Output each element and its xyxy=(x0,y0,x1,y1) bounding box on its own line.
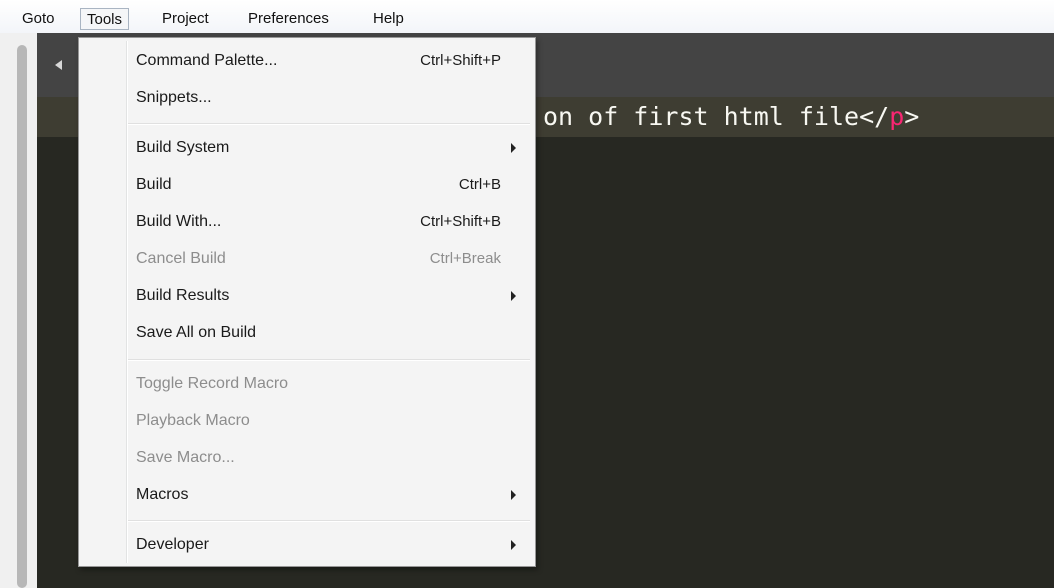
menu-item-shortcut: Ctrl+Shift+P xyxy=(420,52,501,69)
menu-item-label: Build With... xyxy=(136,213,222,230)
chevron-right-icon xyxy=(511,540,516,550)
menu-item-label: Build Results xyxy=(136,287,230,304)
menu-item-shortcut: Ctrl+Break xyxy=(429,250,501,267)
menu-item-toggle-record-macro: Toggle Record Macro xyxy=(79,367,535,401)
menu-item-shortcut: Ctrl+Shift+B xyxy=(420,213,501,230)
code-line: on of first html file</p> xyxy=(543,97,919,137)
menu-item-label: Save All on Build xyxy=(136,324,257,341)
menu-item-build-system[interactable]: Build System xyxy=(79,131,535,165)
menu-item-build-with[interactable]: Build With... Ctrl+Shift+B xyxy=(79,205,535,239)
menu-item-label: Macros xyxy=(136,486,189,503)
menu-item-label: Save Macro... xyxy=(136,449,235,466)
chevron-right-icon xyxy=(511,143,516,153)
tools-dropdown-menu: Command Palette... Ctrl+Shift+P Snippets… xyxy=(78,37,536,567)
menu-item-save-all-on-build[interactable]: Save All on Build xyxy=(79,316,535,350)
menu-item-macros[interactable]: Macros xyxy=(79,478,535,512)
menu-item-build-results[interactable]: Build Results xyxy=(79,279,535,313)
menu-item-label: Snippets... xyxy=(136,89,212,106)
menu-item-label: Build xyxy=(136,176,172,193)
chevron-right-icon xyxy=(511,291,516,301)
menu-project[interactable]: Project xyxy=(156,8,215,30)
chevron-left-icon[interactable] xyxy=(55,60,62,70)
code-text: on of first html file</ xyxy=(543,102,890,131)
menu-item-developer[interactable]: Developer xyxy=(79,528,535,562)
menu-item-command-palette[interactable]: Command Palette... Ctrl+Shift+P xyxy=(79,44,535,78)
chevron-right-icon xyxy=(511,490,516,500)
menu-item-build[interactable]: Build Ctrl+B xyxy=(79,168,535,202)
vertical-scrollbar[interactable] xyxy=(17,45,27,588)
menu-item-label: Build System xyxy=(136,139,230,156)
menu-separator xyxy=(128,520,530,522)
menu-preferences[interactable]: Preferences xyxy=(242,8,335,30)
menu-item-playback-macro: Playback Macro xyxy=(79,404,535,438)
code-close: > xyxy=(904,102,920,131)
code-tag-name: p xyxy=(889,102,905,131)
menu-item-shortcut: Ctrl+B xyxy=(458,176,501,193)
menu-item-snippets[interactable]: Snippets... xyxy=(79,81,535,115)
menu-goto[interactable]: Goto xyxy=(16,8,61,30)
menu-item-label: Toggle Record Macro xyxy=(136,375,289,392)
menu-tools[interactable]: Tools xyxy=(80,8,130,30)
menu-separator xyxy=(128,123,530,125)
menu-bar: Goto Tools Project Preferences Help xyxy=(0,0,1054,33)
menu-separator xyxy=(128,359,530,361)
menu-item-label: Command Palette... xyxy=(136,52,278,69)
menu-item-label: Cancel Build xyxy=(136,250,226,267)
menu-item-label: Developer xyxy=(136,536,209,553)
menu-item-label: Playback Macro xyxy=(136,412,250,429)
menu-item-save-macro: Save Macro... xyxy=(79,441,535,475)
menu-help[interactable]: Help xyxy=(367,8,410,30)
menu-item-cancel-build: Cancel Build Ctrl+Break xyxy=(79,242,535,276)
